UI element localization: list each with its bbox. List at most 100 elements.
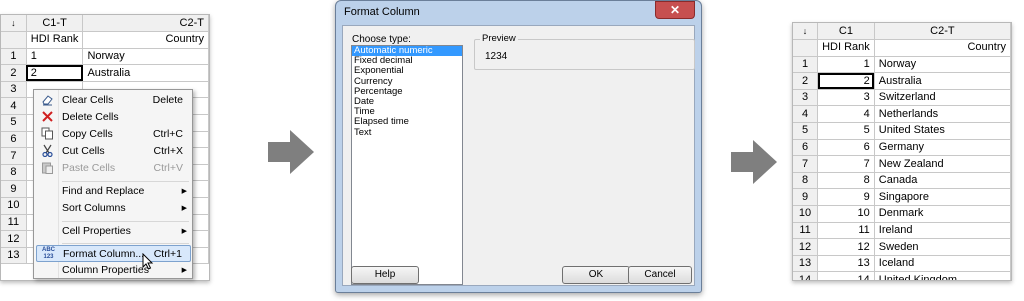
cell-country[interactable]: Singapore <box>874 188 1011 207</box>
menu-item-sort-columns[interactable]: Sort Columns ▶ <box>36 200 191 217</box>
cell-hdi-rank[interactable]: 11 <box>817 222 875 240</box>
row-number[interactable]: 13 <box>793 255 819 273</box>
cell-country[interactable]: Australia <box>82 64 209 82</box>
table-row: 4 4 Netherlands <box>793 105 1011 124</box>
type-option-elapsed-time[interactable]: Elapsed time <box>352 117 462 127</box>
row-number[interactable]: 14 <box>793 271 819 280</box>
row-number[interactable]: 1 <box>1 48 27 66</box>
close-button[interactable]: ✕ <box>655 1 695 19</box>
row-number[interactable]: 5 <box>793 122 819 140</box>
cell-country[interactable]: Canada <box>874 172 1011 190</box>
row-number[interactable]: 12 <box>793 238 819 256</box>
menu-item-find-and-replace[interactable]: Find and Replace ▶ <box>36 183 191 200</box>
cell-hdi-rank[interactable]: 3 <box>817 89 875 107</box>
column-name-country[interactable]: Country <box>82 31 209 49</box>
cancel-button[interactable]: Cancel <box>628 266 692 284</box>
menu-item-copy-cells[interactable]: Copy Cells Ctrl+C <box>36 126 191 143</box>
cell-hdi-rank[interactable]: 7 <box>817 155 875 173</box>
row-number[interactable]: 4 <box>793 105 819 124</box>
row-number[interactable]: 13 <box>1 247 27 265</box>
type-option-text[interactable]: Text <box>352 127 462 138</box>
column-id-c1[interactable]: C1 <box>817 23 875 41</box>
menu-item-cut-cells[interactable]: Cut Cells Ctrl+X <box>36 143 191 160</box>
help-button[interactable]: Help <box>351 266 419 284</box>
cell-country[interactable]: Norway <box>874 56 1011 74</box>
cell-hdi-rank[interactable]: 10 <box>817 205 875 223</box>
cell-country[interactable]: Sweden <box>874 238 1011 256</box>
row-number[interactable]: 8 <box>1 164 27 182</box>
row-number[interactable]: 10 <box>793 205 819 223</box>
row-number[interactable]: 6 <box>1 131 27 149</box>
row-number[interactable]: 9 <box>793 188 819 207</box>
cell-hdi-rank[interactable]: 12 <box>817 238 875 256</box>
cell-country[interactable]: Denmark <box>874 205 1011 223</box>
row-number[interactable]: 6 <box>793 139 819 157</box>
row-number[interactable]: 11 <box>1 214 27 232</box>
row-number[interactable]: 8 <box>793 172 819 190</box>
menu-item-label: Sort Columns <box>62 202 126 214</box>
cell-country[interactable]: Australia <box>874 72 1011 90</box>
row-number[interactable]: 12 <box>1 230 27 248</box>
cell-country[interactable]: Germany <box>874 139 1011 157</box>
menu-item-label: Delete Cells <box>62 111 119 123</box>
menu-item-clear-cells[interactable]: Clear Cells Delete <box>36 92 191 109</box>
column-name-hdi-rank[interactable]: HDI Rank <box>26 31 84 49</box>
menu-item-delete-cells[interactable]: Delete Cells <box>36 109 191 126</box>
row-number[interactable]: 7 <box>793 155 819 173</box>
cell-country[interactable]: Ireland <box>874 222 1011 240</box>
menu-item-shortcut: Delete <box>152 94 183 106</box>
cell-country[interactable]: United Kingdom <box>874 271 1011 280</box>
cell-hdi-rank[interactable]: 14 <box>817 271 875 280</box>
cell-country[interactable]: United States <box>874 122 1011 140</box>
cell-hdi-rank[interactable]: 6 <box>817 139 875 157</box>
row-number[interactable]: 5 <box>1 114 27 132</box>
type-listbox[interactable]: Automatic numeric Fixed decimal Exponent… <box>351 45 463 285</box>
cell-hdi-rank[interactable]: 1 <box>817 56 875 74</box>
row-number[interactable]: 2 <box>1 64 27 82</box>
row-number[interactable]: 10 <box>1 197 27 215</box>
column-id-c1[interactable]: C1-T <box>26 15 84 33</box>
menu-item-label: Format Column... <box>63 248 145 260</box>
menu-item-shortcut: Ctrl+V <box>153 162 183 174</box>
menu-item-format-column[interactable]: ABC 123 Format Column... Ctrl+1 <box>36 245 191 262</box>
column-name-country[interactable]: Country <box>874 39 1011 57</box>
format-column-icon: ABC 123 <box>42 247 55 260</box>
row-number[interactable]: 3 <box>1 81 27 99</box>
cell-hdi-rank[interactable]: 5 <box>817 122 875 140</box>
cell-hdi-rank[interactable]: 8 <box>817 172 875 190</box>
cell-country[interactable]: Iceland <box>874 255 1011 273</box>
format-column-dialog: Format Column ✕ Choose type: Automatic n… <box>335 0 702 293</box>
menu-separator <box>62 221 189 222</box>
cell-country[interactable]: Netherlands <box>874 105 1011 124</box>
menu-item-column-properties[interactable]: Column Properties ▶ <box>36 262 191 279</box>
row-number[interactable]: 1 <box>793 56 819 74</box>
cell-country[interactable]: New Zealand <box>874 155 1011 173</box>
grid-corner-arrow-icon[interactable]: ↓ <box>793 23 819 41</box>
cell-country[interactable]: Switzerland <box>874 89 1011 107</box>
eraser-icon <box>40 93 55 108</box>
table-row: 1 1 Norway <box>1 48 209 66</box>
row-number[interactable]: 2 <box>793 72 819 90</box>
column-id-c2[interactable]: C2-T <box>874 23 1011 41</box>
row-number[interactable]: 4 <box>1 97 27 116</box>
right-worksheet-grid: ↓ C1 C2-T HDI Rank Country 1 1 Norway 2 2 Aus… <box>793 23 1011 280</box>
preview-label: Preview <box>480 33 518 44</box>
preview-value: 1234 <box>485 51 508 62</box>
row-number[interactable]: 9 <box>1 180 27 199</box>
menu-item-cell-properties[interactable]: Cell Properties ▶ <box>36 223 191 240</box>
cell-hdi-rank[interactable]: 2 <box>26 64 84 82</box>
cell-hdi-rank[interactable]: 9 <box>817 188 875 207</box>
row-number[interactable]: 11 <box>793 222 819 240</box>
column-id-c2[interactable]: C2-T <box>82 15 209 33</box>
cell-hdi-rank[interactable]: 2 <box>817 72 875 90</box>
menu-item-paste-cells[interactable]: Paste Cells Ctrl+V <box>36 160 191 177</box>
cell-hdi-rank[interactable]: 1 <box>26 48 84 66</box>
cell-hdi-rank[interactable]: 4 <box>817 105 875 124</box>
column-name-hdi-rank[interactable]: HDI Rank <box>817 39 875 57</box>
ok-button[interactable]: OK <box>562 266 630 284</box>
grid-corner-arrow-icon[interactable]: ↓ <box>1 15 27 33</box>
cell-hdi-rank[interactable]: 13 <box>817 255 875 273</box>
row-number[interactable]: 3 <box>793 89 819 107</box>
row-number[interactable]: 7 <box>1 147 27 165</box>
cell-country[interactable]: Norway <box>82 48 209 66</box>
